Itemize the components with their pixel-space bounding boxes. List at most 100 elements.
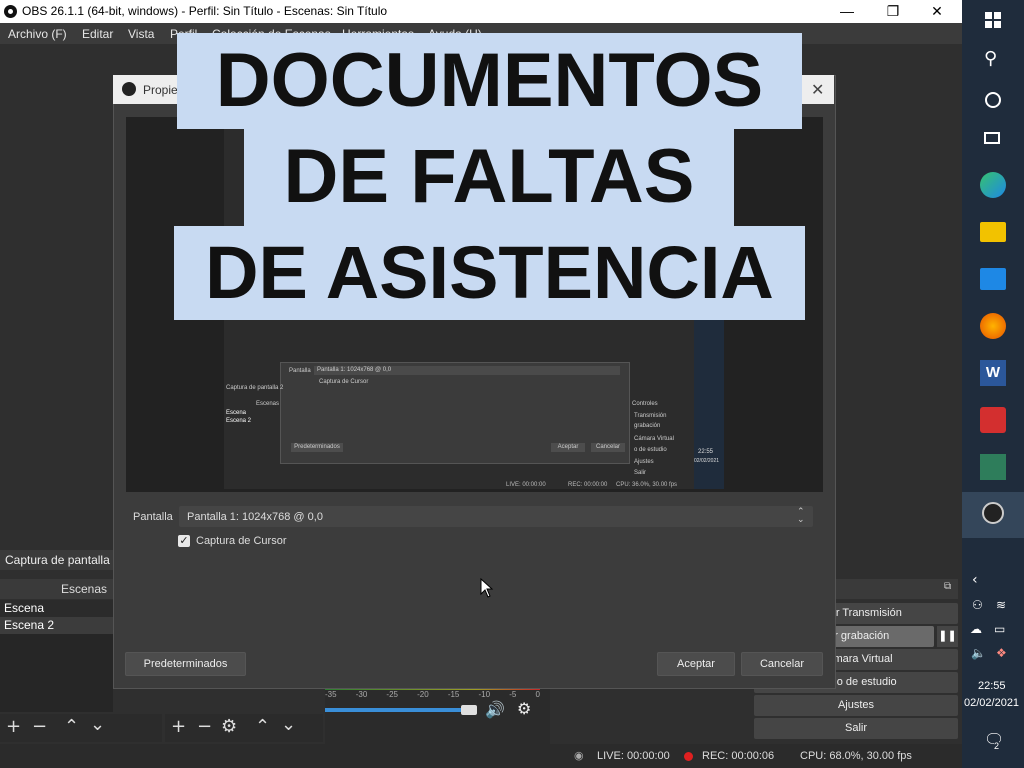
- defaults-button[interactable]: Predeterminados: [125, 652, 246, 676]
- window-titlebar: OBS 26.1.1 (64-bit, windows) - Perfil: S…: [0, 0, 962, 23]
- notification-count-badge: 2: [994, 741, 1000, 751]
- scenes-toolbar: + − ⌃ ⌄: [0, 714, 162, 742]
- dock-float-icon[interactable]: ⧉: [944, 581, 951, 592]
- move-up-icon[interactable]: ⌃: [64, 716, 79, 737]
- scene-item[interactable]: Escena 2: [0, 617, 113, 634]
- menu-vista[interactable]: Vista: [128, 27, 154, 41]
- clock-time[interactable]: 22:55: [978, 680, 1006, 692]
- mini-pantalla-value: Pantalla 1: 1024x768 @ 0,0: [314, 366, 620, 375]
- windows-start-icon[interactable]: [985, 12, 1001, 28]
- volume-slider-track[interactable]: [325, 708, 465, 712]
- pause-recording-button[interactable]: ❚❚: [937, 626, 958, 647]
- firefox-icon[interactable]: [980, 313, 1006, 339]
- mini-cancel: Cancelar: [591, 443, 625, 452]
- mini-scene-item: Escena 2: [226, 418, 252, 424]
- window-title: OBS 26.1.1 (64-bit, windows) - Perfil: S…: [22, 4, 388, 18]
- maximize-button[interactable]: ❐: [870, 0, 916, 23]
- remove-source-icon[interactable]: −: [197, 716, 212, 737]
- scene-item[interactable]: Escena: [0, 600, 113, 617]
- mini-control: Cámara Virtual: [634, 436, 674, 442]
- minimize-button[interactable]: —: [824, 0, 870, 23]
- check-icon: ✓: [179, 535, 189, 547]
- live-timer: LIVE: 00:00:00: [597, 750, 670, 762]
- rec-dot-icon: [684, 752, 693, 761]
- mini-live: LIVE: 00:00:00: [506, 482, 546, 488]
- rec-timer: REC: 00:00:06: [702, 750, 775, 762]
- cursor-checkbox[interactable]: ✓: [178, 535, 190, 547]
- mini-dialog: Pantalla Pantalla 1: 1024x768 @ 0,0 Capt…: [280, 362, 630, 464]
- source-label: Captura de pantalla 2: [0, 550, 113, 570]
- exit-button[interactable]: Salir: [754, 718, 958, 739]
- source-down-icon[interactable]: ⌄: [281, 714, 296, 735]
- obs-logo-icon: [4, 5, 17, 18]
- mini-pantalla-label: Pantalla: [289, 368, 311, 374]
- obs-taskbar-icon: [982, 502, 1004, 524]
- dialog-close-button[interactable]: ✕: [811, 80, 824, 100]
- clock-date[interactable]: 02/02/2021: [964, 697, 1019, 709]
- dropbox-icon[interactable]: ❖: [996, 646, 1007, 660]
- remove-scene-icon[interactable]: −: [32, 716, 47, 737]
- wifi-icon[interactable]: ≋: [996, 598, 1006, 612]
- acrobat-icon[interactable]: [980, 407, 1006, 433]
- mini-date: 02/02/2021: [694, 458, 720, 464]
- source-settings-icon[interactable]: ⚙: [221, 716, 237, 737]
- mixer-ticks: -35 -30 -25 -20 -15 -10 -5 0: [325, 690, 540, 699]
- mini-source-label: Captura de pantalla 2: [226, 385, 284, 391]
- mixer-gear-icon[interactable]: ⚙: [517, 699, 531, 718]
- volume-slider-handle[interactable]: [461, 705, 477, 715]
- select-arrows-icon: ⌃ ⌄: [797, 507, 805, 525]
- people-icon[interactable]: ⚇: [972, 598, 983, 612]
- cpu-usage: CPU: 68.0%, 30.00 fps: [800, 750, 912, 762]
- sources-toolbar: + − ⚙ ⌃ ⌄: [165, 714, 323, 742]
- mini-taskbar: 22:55 02/02/2021: [694, 317, 724, 489]
- source-up-icon[interactable]: ⌃: [255, 716, 270, 737]
- file-explorer-icon[interactable]: [980, 222, 1006, 242]
- cursor-checkbox-label: Captura de Cursor: [196, 535, 287, 547]
- cortana-icon[interactable]: [985, 92, 1001, 108]
- mini-accept: Aceptar: [551, 443, 585, 452]
- mini-control: Ajustes: [634, 459, 654, 465]
- mini-rec: REC: 00:00:00: [568, 482, 608, 488]
- mini-time: 22:55: [698, 449, 714, 455]
- add-source-icon[interactable]: +: [171, 716, 186, 737]
- battery-icon[interactable]: ▭: [994, 622, 1005, 636]
- move-down-icon[interactable]: ⌄: [90, 714, 105, 735]
- word-icon[interactable]: W: [980, 360, 1006, 386]
- media-player-icon[interactable]: [980, 454, 1006, 480]
- windows-taskbar: ⚲ W ‹ ⚇ ≋ ☁ ▭ 🔈 ❖ 22:55 02/02/2021 🗨 2: [962, 0, 1024, 768]
- dialog-obs-icon: [122, 82, 136, 96]
- audio-mixer: -35 -30 -25 -20 -15 -10 -5 0 🔊 ⚙: [325, 684, 550, 744]
- close-window-button[interactable]: ✕: [914, 0, 960, 23]
- task-view-icon[interactable]: [984, 132, 1000, 144]
- search-icon[interactable]: ⚲: [984, 48, 997, 69]
- obs-taskbar-active[interactable]: [962, 492, 1024, 538]
- stream-signal-icon: ◉: [574, 749, 584, 762]
- banner-line-3: DE ASISTENCIA: [174, 226, 805, 320]
- settings-button[interactable]: Ajustes: [754, 695, 958, 716]
- mini-control: Transmisión: [634, 413, 667, 419]
- mail-icon[interactable]: [980, 268, 1006, 290]
- onedrive-icon[interactable]: ☁: [970, 622, 982, 636]
- mini-cursor-label: Captura de Cursor: [319, 379, 369, 385]
- add-scene-icon[interactable]: +: [6, 716, 21, 737]
- pantalla-label: Pantalla: [133, 511, 173, 523]
- mini-control: grabación: [634, 423, 661, 429]
- cancel-button[interactable]: Cancelar: [741, 652, 823, 676]
- pantalla-value: Pantalla 1: 1024x768 @ 0,0: [187, 511, 323, 523]
- menu-editar[interactable]: Editar: [82, 27, 113, 41]
- mouse-cursor-icon: [480, 578, 494, 598]
- mini-control: Salir: [634, 470, 647, 476]
- mini-scene-item: Escena: [226, 410, 247, 416]
- accept-button[interactable]: Aceptar: [657, 652, 735, 676]
- pantalla-select[interactable]: Pantalla 1: 1024x768 @ 0,0 ⌃ ⌄: [179, 506, 813, 527]
- status-bar: ◉ LIVE: 00:00:00 REC: 00:00:06 CPU: 68.0…: [0, 744, 962, 768]
- mini-controls-header: Controles: [632, 401, 658, 407]
- show-hidden-icons-chevron[interactable]: ‹: [972, 572, 978, 588]
- scenes-list: Escena Escena 2: [0, 600, 113, 712]
- mini-control: o de estudio: [634, 447, 667, 453]
- speaker-icon[interactable]: 🔊: [485, 700, 505, 719]
- volume-icon[interactable]: 🔈: [971, 646, 986, 660]
- menu-archivo[interactable]: Archivo (F): [8, 27, 67, 41]
- edge-icon[interactable]: [980, 172, 1006, 198]
- mini-defaults: Predeterminados: [291, 443, 343, 452]
